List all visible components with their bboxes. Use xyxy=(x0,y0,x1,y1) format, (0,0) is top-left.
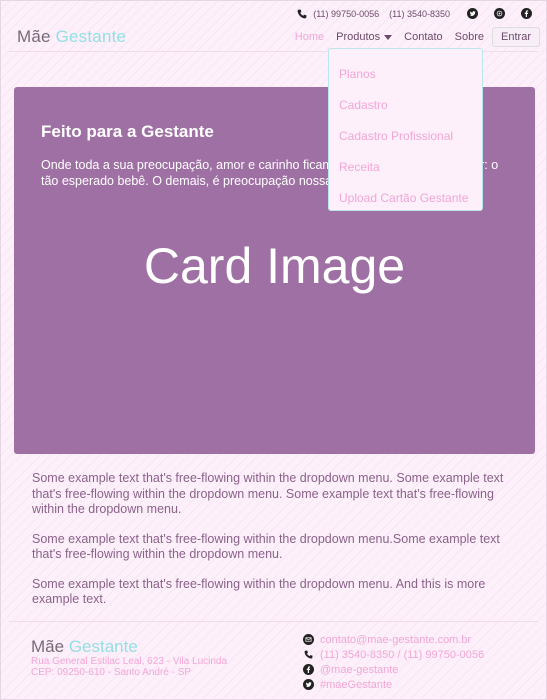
content-texts: Some example text that's free-flowing wi… xyxy=(32,471,517,622)
brand-logo[interactable]: Mãe Gestante xyxy=(17,27,126,47)
footer-twitter-link[interactable]: #maeGestante xyxy=(320,679,392,691)
text-paragraph: Some example text that's free-flowing wi… xyxy=(32,576,486,607)
footer-divider xyxy=(9,621,538,622)
footer-brand-part2: Gestante xyxy=(68,637,138,656)
nav-home[interactable]: Home xyxy=(289,27,330,47)
caret-down-icon xyxy=(384,34,393,40)
nav-contato[interactable]: Contato xyxy=(398,27,449,47)
whatsapp-icon[interactable] xyxy=(494,8,505,19)
top-contact-bar: (11) 99750-0056 (11) 3540-8350 xyxy=(296,8,532,19)
footer-contacts: contato@mae-gestante.com.br (11) 3540-83… xyxy=(303,632,484,692)
dropdown-item-receita[interactable]: Receita xyxy=(329,158,482,189)
text-paragraph: Some example text that's free-flowing wi… xyxy=(32,531,500,562)
nav-produtos-label: Produtos xyxy=(336,31,381,43)
dropdown-item-cadastro[interactable]: Cadastro xyxy=(329,96,482,127)
phone-icon xyxy=(303,649,314,660)
facebook-icon xyxy=(303,664,314,675)
top-phone-mobile: (11) 99750-0056 xyxy=(313,8,380,19)
main-nav: Home Produtos Contato Sobre Entrar xyxy=(289,27,540,47)
footer-email-link[interactable]: contato@mae-gestante.com.br xyxy=(320,634,471,646)
phone-icon xyxy=(296,8,307,19)
brand-name-part1: Mãe xyxy=(17,27,51,46)
nav-produtos-dropdown[interactable]: Produtos xyxy=(330,27,398,47)
footer-brand: Mãe Gestante xyxy=(31,637,138,657)
footer-phones: (11) 3540-8350 / (11) 99750-0056 xyxy=(320,648,485,661)
nav-sobre[interactable]: Sobre xyxy=(449,27,490,47)
hero-title: Feito para a Gestante xyxy=(41,122,214,141)
email-icon xyxy=(303,634,314,645)
twitter-icon[interactable] xyxy=(467,8,478,19)
footer-brand-part1: Mãe xyxy=(31,637,65,656)
dropdown-item-upload-cartao[interactable]: Upload Cartão Gestante xyxy=(329,189,482,220)
dropdown-item-planos[interactable]: Planos xyxy=(329,65,482,96)
footer-address-line1: Rua General Estilac Leal, 623 - Vila Luc… xyxy=(31,656,228,667)
footer-address-line2: CEP: 09250-610 - Santo André - SP xyxy=(31,667,192,678)
footer-address: Rua General Estilac Leal, 623 - Vila Luc… xyxy=(31,656,227,678)
facebook-icon[interactable] xyxy=(521,8,532,19)
top-phone-landline: (11) 3540-8350 xyxy=(389,8,450,19)
login-button[interactable]: Entrar xyxy=(492,27,540,47)
footer-facebook-link[interactable]: @mae-gestante xyxy=(320,664,398,676)
brand-name-part2: Gestante xyxy=(55,27,127,46)
twitter-icon xyxy=(303,679,314,690)
produtos-dropdown-menu: Planos Cadastro Cadastro Profissional Re… xyxy=(328,48,483,211)
text-paragraph: Some example text that's free-flowing wi… xyxy=(32,471,504,516)
dropdown-item-cadastro-profissional[interactable]: Cadastro Profissional xyxy=(329,127,482,158)
card-image-placeholder: Card Image xyxy=(143,238,406,294)
